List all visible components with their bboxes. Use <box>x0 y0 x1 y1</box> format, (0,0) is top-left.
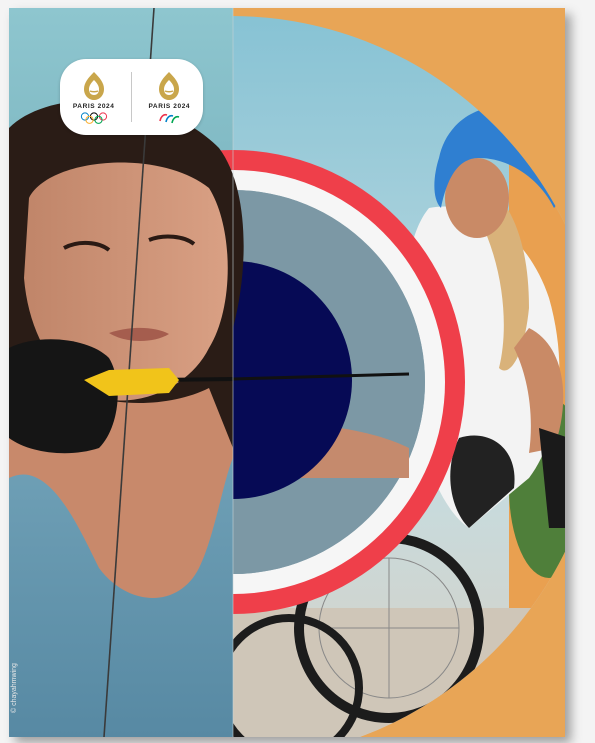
poster-stage: PARIS 2024 PARIS 2024 © chayahmwing <box>0 0 595 743</box>
photo-credit: © chayahmwing <box>11 663 18 713</box>
paralympic-logo-text: PARIS 2024 <box>148 102 191 110</box>
agitos-icon <box>159 113 180 123</box>
paralympic-logo: PARIS 2024 <box>139 71 199 124</box>
logo-divider <box>130 72 132 122</box>
paris-2024-logo-badge: PARIS 2024 PARIS 2024 <box>60 59 203 135</box>
flame-emblem-icon <box>83 71 104 100</box>
paris-2024-poster: PARIS 2024 PARIS 2024 © chayahmwing <box>9 8 565 737</box>
flame-emblem-icon <box>159 71 180 100</box>
olympic-rings-icon <box>80 111 107 124</box>
olympic-logo: PARIS 2024 <box>64 71 124 124</box>
olympic-logo-text: PARIS 2024 <box>72 102 115 110</box>
